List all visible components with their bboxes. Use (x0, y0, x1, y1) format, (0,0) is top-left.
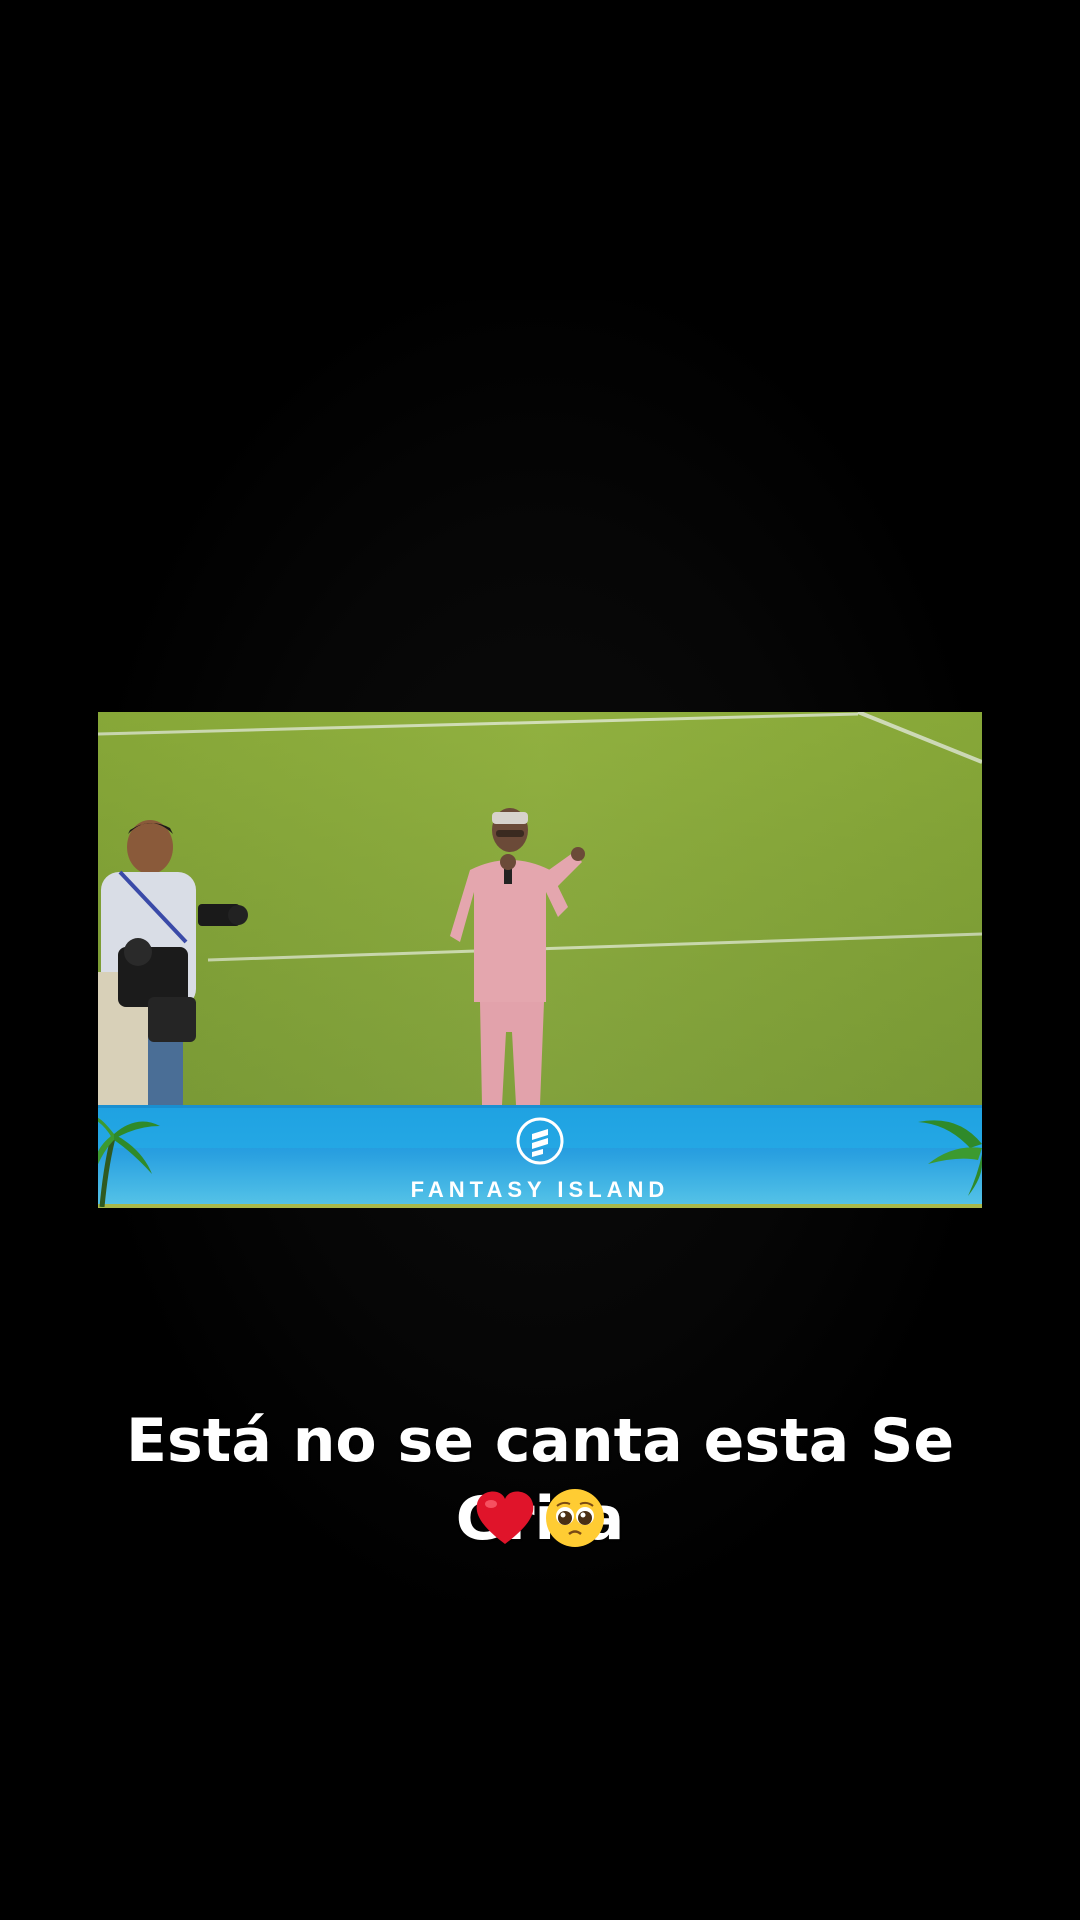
video-screen[interactable]: FANTASY ISLAND Está no se canta esta Se … (0, 0, 1080, 1920)
caption-emoji-row (0, 1486, 1080, 1556)
pleading-face-icon (543, 1486, 607, 1556)
red-heart-icon (473, 1486, 537, 1556)
fantasy-island-logo-icon (515, 1116, 565, 1166)
video-frame[interactable]: FANTASY ISLAND (98, 712, 982, 1208)
football-pitch-scene (98, 712, 982, 1105)
fantasy-island-banner: FANTASY ISLAND (98, 1105, 982, 1208)
shore-strip (98, 1204, 982, 1208)
banner-brand-text: FANTASY ISLAND (410, 1177, 670, 1202)
